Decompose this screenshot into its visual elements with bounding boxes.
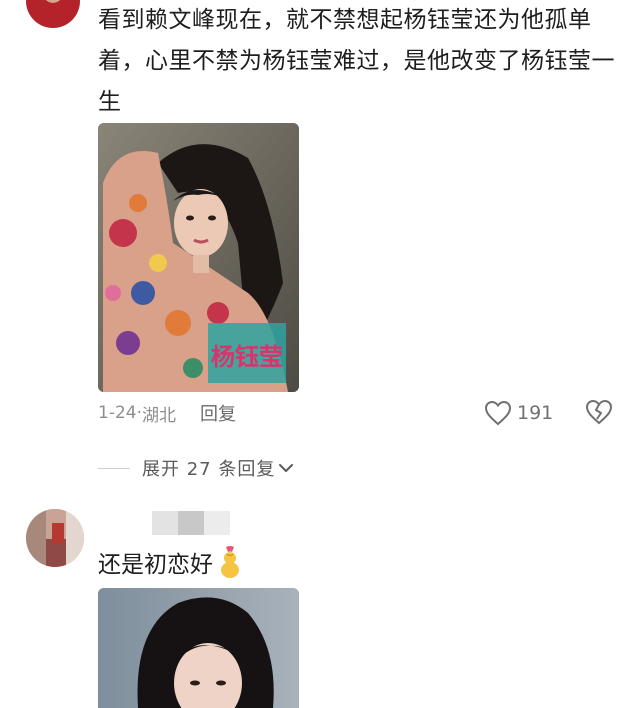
comment-text: 看到赖文峰现在，就不禁想起杨钰莹还为他孤单着，心里不禁为杨钰莹难过，是他改变了杨…: [98, 7, 615, 115]
comment-photo[interactable]: 杨钰莹: [98, 123, 299, 392]
comment-text: 还是初恋好: [98, 543, 243, 581]
expand-replies-button[interactable]: 展开 27 条回复: [98, 454, 294, 482]
like-count: 191: [517, 402, 554, 424]
chevron-down-icon: [279, 464, 294, 472]
username-blurred: [152, 511, 230, 535]
divider-line: [98, 467, 130, 469]
photo-image: 杨钰莹: [98, 123, 299, 392]
avatar[interactable]: [26, 509, 84, 567]
expand-replies-label: 展开 27 条回复: [142, 459, 276, 480]
avatar[interactable]: [26, 0, 80, 28]
photo-image: [98, 588, 299, 708]
heart-outline-icon: [484, 400, 512, 426]
comment-date: 1-24: [98, 403, 137, 423]
reply-button[interactable]: 回复: [200, 400, 236, 426]
comment-location: 湖北: [142, 405, 176, 426]
comment-photo[interactable]: [98, 588, 299, 708]
comment-text-content: 还是初恋好: [98, 552, 213, 578]
like-button[interactable]: 191: [484, 398, 553, 428]
gourd-emoji-icon: [221, 546, 239, 578]
broken-heart-icon[interactable]: [585, 398, 613, 426]
photo-caption: 杨钰莹: [211, 342, 283, 371]
avatar-image: [26, 509, 84, 567]
comment-meta: 1-24 · 湖北 回复: [98, 399, 236, 427]
